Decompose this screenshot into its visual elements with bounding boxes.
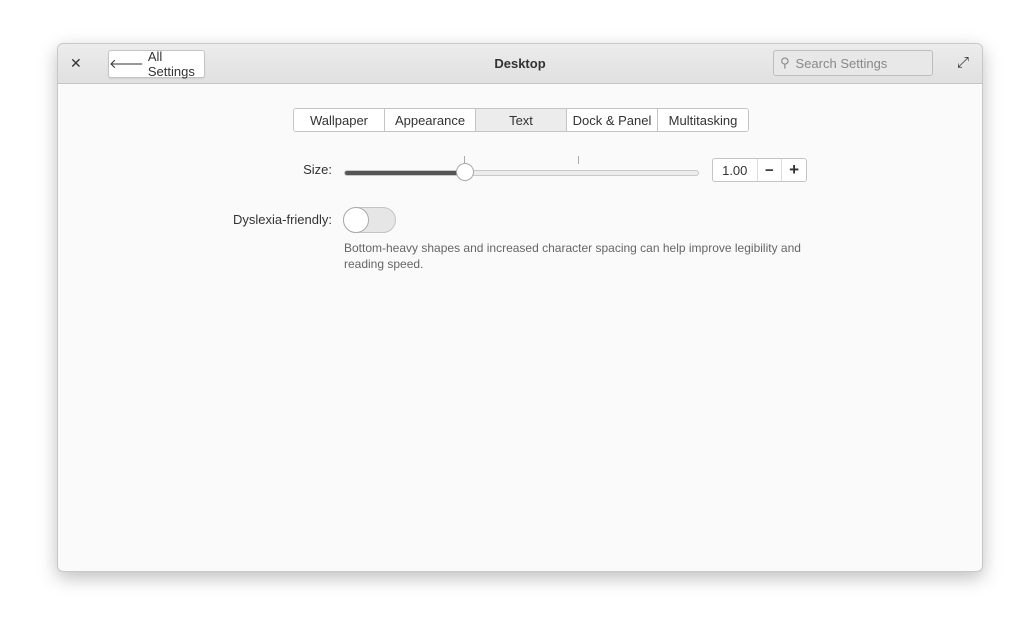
dyslexia-description: Bottom-heavy shapes and increased charac… [344,241,801,271]
search-placeholder: Search Settings [795,55,888,71]
slider-fill [345,171,466,175]
settings-window: ✕ 🡐 All Settings Desktop ⚲ Search Settings… [57,43,983,572]
search-icon: ⚲ [780,55,790,70]
slider-tick [578,156,579,164]
dyslexia-toggle[interactable] [343,207,396,233]
search-input[interactable]: ⚲ Search Settings [773,50,933,76]
size-spinbutton: 1.00 − + [712,158,807,182]
dyslexia-label: Dyslexia-friendly: [233,212,332,227]
size-slider[interactable] [344,170,699,176]
tab-appearance[interactable]: Appearance [385,109,476,131]
maximize-icon[interactable]: ⤢ [957,54,969,71]
tab-dock-panel[interactable]: Dock & Panel [567,109,658,131]
increase-button[interactable]: + [782,159,806,181]
tab-text[interactable]: Text [476,109,567,131]
toggle-knob [343,207,369,233]
size-value-input[interactable]: 1.00 [713,159,758,181]
size-label: Size: [303,162,332,177]
slider-thumb[interactable] [455,163,474,181]
header-bar: ✕ 🡐 All Settings Desktop ⚲ Search Settings… [58,44,982,84]
decrease-button[interactable]: − [758,159,783,181]
tab-wallpaper[interactable]: Wallpaper [294,109,385,131]
tab-multitasking[interactable]: Multitasking [658,109,748,131]
tab-bar: Wallpaper Appearance Text Dock & Panel M… [293,108,749,132]
